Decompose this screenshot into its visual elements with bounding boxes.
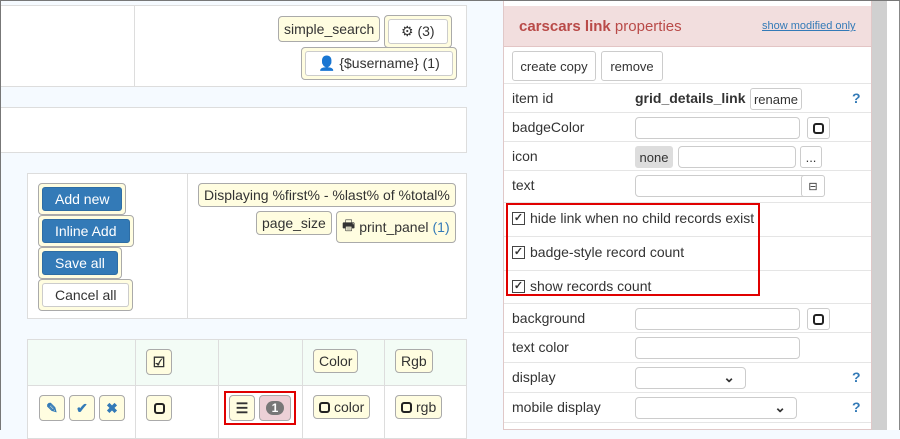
page-size-button[interactable]: page_size [256,211,332,235]
item-id-value: grid_details_link [635,90,746,106]
row-text: text ⊟ [504,171,871,203]
icon-none-button[interactable]: none [635,146,673,168]
header-color-label: Color [319,353,353,369]
cancel-icon[interactable]: ✖ [99,395,125,421]
help-icon[interactable]: ? [852,90,861,106]
header-rgb-label: Rgb [401,353,427,369]
icon-browse-button[interactable]: ... [800,146,822,168]
text-label: text [512,177,535,193]
mobile-display-label: mobile display [512,399,601,415]
chevron-down-icon: ⌄ [723,369,735,385]
top-panel: simple_search ⚙ (3) 👤 {$username} (1) [0,5,467,87]
print-count: (1) [432,219,450,235]
user-icon: 👤 [318,55,336,71]
settings-button[interactable]: ⚙ (3) [384,15,452,48]
edit-icon[interactable]: ✎ [39,395,65,421]
record-count-badge: 1 [265,401,285,415]
color-picker-icon[interactable] [807,117,830,139]
text-input[interactable] [635,175,825,197]
row-actions: create copy remove [504,47,871,84]
gear-icon: ⚙ [401,23,414,39]
print-panel-button[interactable]: 🖶 print_panel (1) [336,211,456,243]
remove-button[interactable]: remove [601,51,663,81]
simple-search-button[interactable]: simple_search [278,16,381,42]
displaying-text: Displaying %first% - %last% of %total% [204,187,450,203]
print-panel-label: print_panel [359,219,429,235]
window-edge [887,0,900,430]
properties-panel: carscars link properties show modified o… [503,0,872,430]
text-editor-icon[interactable]: ⊟ [801,175,825,197]
row-display: display ⌄ ? [504,363,871,393]
filter-panel [0,107,467,153]
icon-input[interactable] [678,146,796,168]
grid: ☑ Color Rgb ✎ ✔ ✖ ☰ 1 color rgb [27,339,467,439]
scrollbar[interactable] [872,0,887,430]
help-icon[interactable]: ? [852,369,861,385]
search-label: simple_search [284,21,375,37]
actions-panel: Add new Inline Add Save all Cancel all D… [27,173,467,319]
row-checkbox[interactable] [146,395,172,421]
checkbox-highlight [506,203,760,296]
display-select[interactable]: ⌄ [635,367,746,389]
add-new-button[interactable]: Add new [38,183,127,215]
properties-subtitle: properties [614,18,682,35]
cancel-all-button[interactable]: Cancel all [38,279,134,311]
row-icon: icon none ... [504,142,871,171]
properties-title: carscars link [519,18,611,35]
color-cell[interactable]: color [313,395,371,419]
rename-button[interactable]: rename [750,88,802,110]
chevron-down-icon: ⌄ [774,399,786,415]
details-badge-button[interactable]: 1 [259,395,291,421]
display-label: display [512,369,556,385]
list-icon[interactable]: ☰ [229,395,255,421]
user-count: (1) [422,55,440,71]
mobile-display-select[interactable]: ⌄ [635,397,797,419]
rgb-cell[interactable]: rgb [395,395,443,419]
color-value: color [334,399,365,415]
save-all-label: Save all [42,251,118,275]
create-copy-button[interactable]: create copy [512,51,596,81]
help-icon[interactable]: ? [852,399,861,415]
background-label: background [512,310,586,326]
badge-color-input[interactable] [635,117,800,139]
badge-color-label: badgeColor [512,119,585,135]
item-id-label: item id [512,90,554,106]
row-mobile-display: mobile display ⌄ ? [504,393,871,423]
page-size-label: page_size [262,215,326,231]
cancel-all-label: Cancel all [42,283,130,307]
row-text-color: text color [504,333,871,363]
row-badge-color: badgeColor [504,113,871,142]
inline-add-button[interactable]: Inline Add [38,215,134,247]
check-icon[interactable]: ✔ [69,395,95,421]
row-item-id: item id grid_details_link rename ? [504,84,871,113]
user-label: {$username} [339,55,419,71]
header-color[interactable]: Color [313,349,359,373]
background-input[interactable] [635,308,800,330]
text-color-label: text color [512,339,569,355]
inline-add-label: Inline Add [42,219,130,243]
row-background: background [504,304,871,333]
select-all-checkbox-icon[interactable]: ☑ [146,349,172,375]
icon-label: icon [512,148,538,164]
text-color-input[interactable] [635,337,800,359]
save-all-button[interactable]: Save all [38,247,122,279]
settings-count: (3) [417,23,435,39]
properties-header: carscars link properties show modified o… [504,6,871,47]
user-button[interactable]: 👤 {$username} (1) [301,47,457,80]
rgb-value: rgb [416,399,437,415]
show-modified-link[interactable]: show modified only [762,20,856,32]
color-picker-icon[interactable] [807,308,830,330]
header-rgb[interactable]: Rgb [395,349,433,373]
print-icon: 🖶 [342,217,356,233]
add-new-label: Add new [42,187,123,211]
pager-display[interactable]: Displaying %first% - %last% of %total% [198,183,456,207]
